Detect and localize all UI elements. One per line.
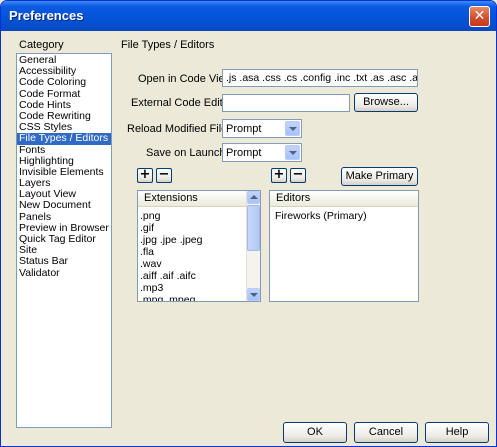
extension-item[interactable]: .mp3	[140, 282, 163, 294]
editor-item[interactable]: Fireworks (Primary)	[275, 210, 367, 222]
extension-item[interactable]: .png	[140, 210, 160, 222]
reload-modified-files-select[interactable]: Prompt	[222, 119, 302, 138]
ok-button[interactable]: OK	[283, 422, 347, 443]
title-bar[interactable]: Preferences ✕	[1, 1, 496, 31]
editors-header[interactable]: Editors	[270, 191, 418, 207]
editors-list[interactable]: Editors Fireworks (Primary)	[269, 190, 419, 302]
category-list[interactable]: General Accessibility Code Coloring Code…	[16, 53, 112, 428]
make-primary-button[interactable]: Make Primary	[341, 167, 418, 186]
save-on-launch-select[interactable]: Prompt	[222, 143, 302, 162]
extension-item[interactable]: .gif	[140, 222, 154, 234]
preferences-dialog: Preferences ✕ Category General Accessibi…	[0, 0, 497, 447]
panel-title: File Types / Editors	[121, 39, 215, 51]
category-item-status-bar[interactable]: Status Bar	[17, 256, 111, 267]
extensions-scrollbar[interactable]	[246, 191, 260, 301]
extension-item[interactable]: .mpg .mpeg	[140, 294, 195, 301]
category-item-fonts[interactable]: Fonts	[17, 144, 111, 156]
save-on-launch-value: Prompt	[226, 147, 262, 159]
close-icon: ✕	[473, 8, 486, 24]
category-item-file-types-editors[interactable]: File Types / Editors	[17, 133, 111, 145]
dropdown-arrow-icon[interactable]	[285, 145, 300, 160]
minus-icon: −	[292, 167, 304, 182]
extension-item[interactable]: .jpg .jpe .jpeg	[140, 234, 202, 246]
extension-item[interactable]: .aiff .aif .aifc	[140, 270, 196, 282]
remove-extension-button[interactable]: −	[156, 168, 172, 183]
category-label: Category	[19, 39, 64, 51]
reload-modified-files-value: Prompt	[226, 123, 262, 135]
open-in-code-view-label: Open in Code View:	[138, 73, 236, 85]
scroll-down-icon[interactable]	[247, 288, 260, 301]
external-code-editor-label: External Code Editor:	[131, 97, 236, 109]
help-button[interactable]: Help	[425, 422, 489, 443]
extensions-header[interactable]: Extensions	[138, 191, 247, 207]
external-code-editor-input[interactable]	[222, 94, 350, 112]
save-on-launch-label: Save on Launch:	[146, 147, 229, 159]
scroll-thumb[interactable]	[247, 205, 260, 251]
category-item-code-coloring[interactable]: Code Coloring	[17, 77, 111, 88]
open-in-code-view-input[interactable]: .js .asa .css .cs .config .inc .txt .as …	[222, 69, 418, 87]
category-item-validator[interactable]: Validator	[17, 267, 111, 279]
cancel-button[interactable]: Cancel	[354, 422, 418, 443]
plus-icon: +	[273, 167, 285, 182]
scroll-up-icon[interactable]	[247, 191, 260, 204]
extension-item[interactable]: .wav	[140, 258, 162, 270]
window-title: Preferences	[9, 8, 84, 23]
add-extension-button[interactable]: +	[137, 168, 153, 183]
category-item-new-document[interactable]: New Document	[17, 200, 111, 211]
extension-item[interactable]: .fla	[140, 246, 154, 258]
close-button[interactable]: ✕	[469, 6, 490, 27]
minus-icon: −	[158, 167, 170, 182]
remove-editor-button[interactable]: −	[290, 168, 306, 183]
plus-icon: +	[139, 167, 151, 182]
extensions-list[interactable]: Extensions .png .gif .jpg .jpe .jpeg .fl…	[137, 190, 261, 302]
add-editor-button[interactable]: +	[271, 168, 287, 183]
browse-button[interactable]: Browse...	[354, 93, 418, 112]
reload-modified-files-label: Reload Modified Files:	[127, 123, 236, 135]
dropdown-arrow-icon[interactable]	[285, 121, 300, 136]
